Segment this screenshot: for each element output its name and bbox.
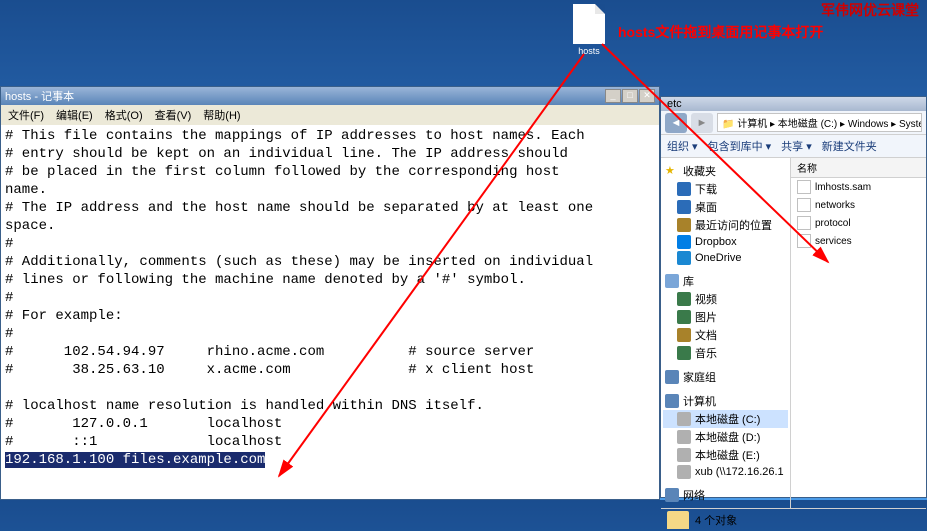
tree-drive[interactable]: 本地磁盘 (C:) bbox=[663, 410, 788, 428]
drive-icon bbox=[665, 370, 679, 384]
breadcrumb[interactable]: 📁 计算机 ▸ 本地磁盘 (C:) ▸ Windows ▸ System32 ▸… bbox=[717, 113, 922, 132]
notepad-window: hosts - 记事本 _ □ ✕ 文件(F) 编辑(E) 格式(O) 查看(V… bbox=[0, 86, 660, 500]
drive-icon bbox=[677, 430, 691, 444]
tree-item-文档[interactable]: 文档 bbox=[663, 326, 788, 344]
tree-libraries[interactable]: 库 bbox=[663, 272, 788, 290]
pictures-icon bbox=[677, 310, 691, 324]
menu-edit[interactable]: 编辑(E) bbox=[51, 106, 98, 124]
drive-icon bbox=[677, 412, 691, 426]
file-icon bbox=[797, 216, 811, 230]
file-item-lmhosts.sam[interactable]: lmhosts.sam bbox=[791, 178, 926, 196]
watermark-text: 军伟网优云课堂 bbox=[821, 0, 919, 20]
tree-drive[interactable]: xub (\\172.16.26.1 bbox=[663, 464, 788, 480]
annotation-top: hosts文件拖到桌面用记事本打开 bbox=[618, 22, 823, 42]
explorer-title: etc bbox=[667, 98, 682, 110]
folder-icon bbox=[667, 511, 689, 529]
notepad-menubar: 文件(F) 编辑(E) 格式(O) 查看(V) 帮助(H) bbox=[1, 105, 659, 125]
file-icon bbox=[797, 198, 811, 212]
explorer-toolbar: 组织 ▾ 包含到库中 ▾ 共享 ▾ 新建文件夹 bbox=[661, 135, 926, 158]
dropbox-icon bbox=[677, 235, 691, 249]
menu-file[interactable]: 文件(F) bbox=[3, 106, 49, 124]
maximize-button[interactable]: □ bbox=[622, 89, 638, 103]
onedrive-icon bbox=[677, 251, 691, 265]
explorer-tree: ★收藏夹下载桌面最近访问的位置DropboxOneDrive 库视频图片文档音乐家… bbox=[661, 158, 791, 508]
tree-item-图片[interactable]: 图片 bbox=[663, 308, 788, 326]
explorer-statusbar: 4 个对象 bbox=[661, 508, 926, 531]
menu-format[interactable]: 格式(O) bbox=[100, 106, 148, 124]
new-folder-button[interactable]: 新建文件夹 bbox=[822, 138, 877, 154]
file-item-services[interactable]: services bbox=[791, 232, 926, 250]
explorer-window: etc ◄ ► 📁 计算机 ▸ 本地磁盘 (C:) ▸ Windows ▸ Sy… bbox=[660, 96, 927, 498]
file-item-protocol[interactable]: protocol bbox=[791, 214, 926, 232]
drive-icon bbox=[677, 465, 691, 479]
explorer-titlebar[interactable]: etc bbox=[661, 97, 926, 111]
column-header-name[interactable]: 名称 bbox=[791, 158, 926, 178]
file-icon bbox=[797, 234, 811, 248]
minimize-button[interactable]: _ bbox=[605, 89, 621, 103]
documents-icon bbox=[677, 328, 691, 342]
menu-view[interactable]: 查看(V) bbox=[150, 106, 197, 124]
video-icon bbox=[677, 292, 691, 306]
tree-network[interactable]: 网络 bbox=[663, 486, 788, 504]
tree-item-桌面[interactable]: 桌面 bbox=[663, 198, 788, 216]
tree-item-视频[interactable]: 视频 bbox=[663, 290, 788, 308]
window-buttons: _ □ ✕ bbox=[605, 89, 655, 103]
desktop-icon bbox=[677, 200, 691, 214]
tree-item-音乐[interactable]: 音乐 bbox=[663, 344, 788, 362]
tree-item-Dropbox[interactable]: Dropbox bbox=[663, 234, 788, 250]
drive-icon bbox=[677, 448, 691, 462]
organize-button[interactable]: 组织 ▾ bbox=[667, 138, 698, 154]
tree-drive[interactable]: 本地磁盘 (E:) bbox=[663, 446, 788, 464]
tree-item-最近访问的位置[interactable]: 最近访问的位置 bbox=[663, 216, 788, 234]
star-icon: ★ bbox=[665, 164, 679, 178]
notepad-text-area[interactable]: # This file contains the mappings of IP … bbox=[1, 125, 659, 499]
tree-homegroup[interactable]: 家庭组 bbox=[663, 368, 788, 386]
notepad-titlebar[interactable]: hosts - 记事本 _ □ ✕ bbox=[1, 87, 659, 105]
drive-icon bbox=[665, 274, 679, 288]
file-item-networks[interactable]: networks bbox=[791, 196, 926, 214]
menu-help[interactable]: 帮助(H) bbox=[198, 106, 245, 124]
tree-item-OneDrive[interactable]: OneDrive bbox=[663, 250, 788, 266]
music-icon bbox=[677, 346, 691, 360]
tree-item-下载[interactable]: 下载 bbox=[663, 180, 788, 198]
drive-icon bbox=[665, 394, 679, 408]
nav-forward-button[interactable]: ► bbox=[691, 113, 713, 133]
close-button[interactable]: ✕ bbox=[639, 89, 655, 103]
notepad-title: hosts - 记事本 bbox=[5, 88, 74, 104]
file-icon bbox=[797, 180, 811, 194]
nav-back-button[interactable]: ◄ bbox=[665, 113, 687, 133]
status-text: 4 个对象 bbox=[695, 512, 737, 528]
file-icon bbox=[573, 4, 605, 44]
tree-favorites[interactable]: ★收藏夹 bbox=[663, 162, 788, 180]
tree-computer[interactable]: 计算机 bbox=[663, 392, 788, 410]
share-button[interactable]: 共享 ▾ bbox=[781, 138, 812, 154]
recent-icon bbox=[677, 218, 691, 232]
include-button[interactable]: 包含到库中 ▾ bbox=[708, 138, 772, 154]
tree-drive[interactable]: 本地磁盘 (D:) bbox=[663, 428, 788, 446]
explorer-address-bar: ◄ ► 📁 计算机 ▸ 本地磁盘 (C:) ▸ Windows ▸ System… bbox=[661, 111, 926, 135]
download-icon bbox=[677, 182, 691, 196]
desktop-file-hosts[interactable]: hosts bbox=[568, 4, 610, 56]
explorer-file-list: 名称 lmhosts.samnetworksprotocolservices bbox=[791, 158, 926, 508]
file-label: hosts bbox=[568, 46, 610, 56]
